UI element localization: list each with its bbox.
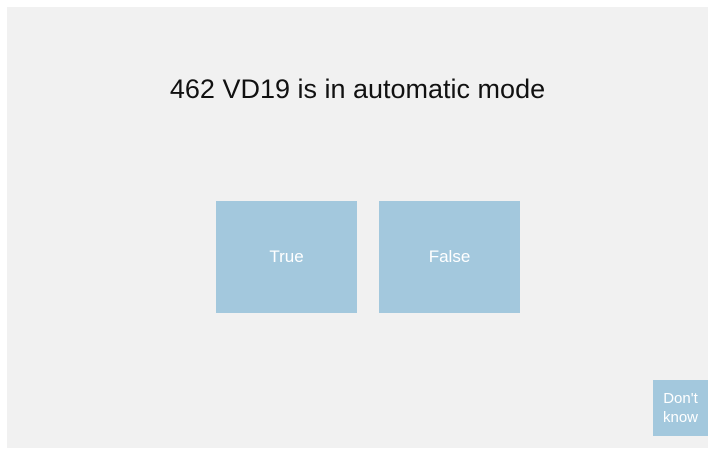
dont-know-button-label: Don't know (662, 390, 699, 426)
question-text: 462 VD19 is in automatic mode (169, 74, 546, 104)
true-button-label: True (269, 247, 304, 266)
false-button-label: False (428, 247, 471, 266)
dont-know-button[interactable]: Don't know (653, 380, 708, 436)
false-button[interactable]: False (379, 201, 520, 313)
quiz-panel: 462 VD19 is in automatic mode True False… (7, 7, 708, 448)
true-button[interactable]: True (216, 201, 357, 313)
